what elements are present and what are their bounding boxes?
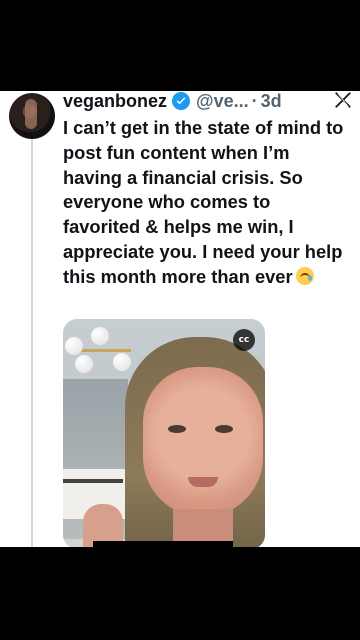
chandelier-bulb — [65, 337, 83, 355]
left-eye — [168, 425, 186, 433]
chandelier-bulb — [113, 353, 131, 371]
display-name[interactable]: veganbonez — [63, 91, 167, 112]
video-caption-bar — [93, 541, 233, 547]
captions-button[interactable]: cc — [233, 329, 255, 351]
tweet-header: veganbonez @ve... · 3d — [63, 91, 353, 113]
screen: veganbonez @ve... · 3d I can’t get in th… — [0, 0, 360, 640]
tweet-video[interactable]: cc — [63, 319, 265, 547]
handle[interactable]: @ve... — [196, 91, 249, 112]
bed-frame — [63, 479, 123, 483]
chandelier-bulb — [75, 355, 93, 373]
avatar[interactable] — [9, 93, 55, 139]
verified-badge-icon — [172, 92, 191, 110]
timestamp[interactable]: 3d — [261, 91, 282, 112]
crying-face-icon — [295, 266, 314, 285]
tweet-text: I can’t get in the state of mind to post… — [63, 116, 349, 290]
mouth — [188, 477, 218, 487]
separator-dot: · — [251, 91, 258, 111]
right-eye — [215, 425, 233, 433]
x-logo-icon[interactable] — [334, 91, 352, 109]
chandelier-bulb — [91, 327, 109, 345]
person-face — [143, 367, 263, 517]
thread-line — [31, 139, 33, 547]
tweet-body-text: I can’t get in the state of mind to post… — [63, 117, 344, 287]
tweet-card[interactable]: veganbonez @ve... · 3d I can’t get in th… — [0, 91, 360, 547]
